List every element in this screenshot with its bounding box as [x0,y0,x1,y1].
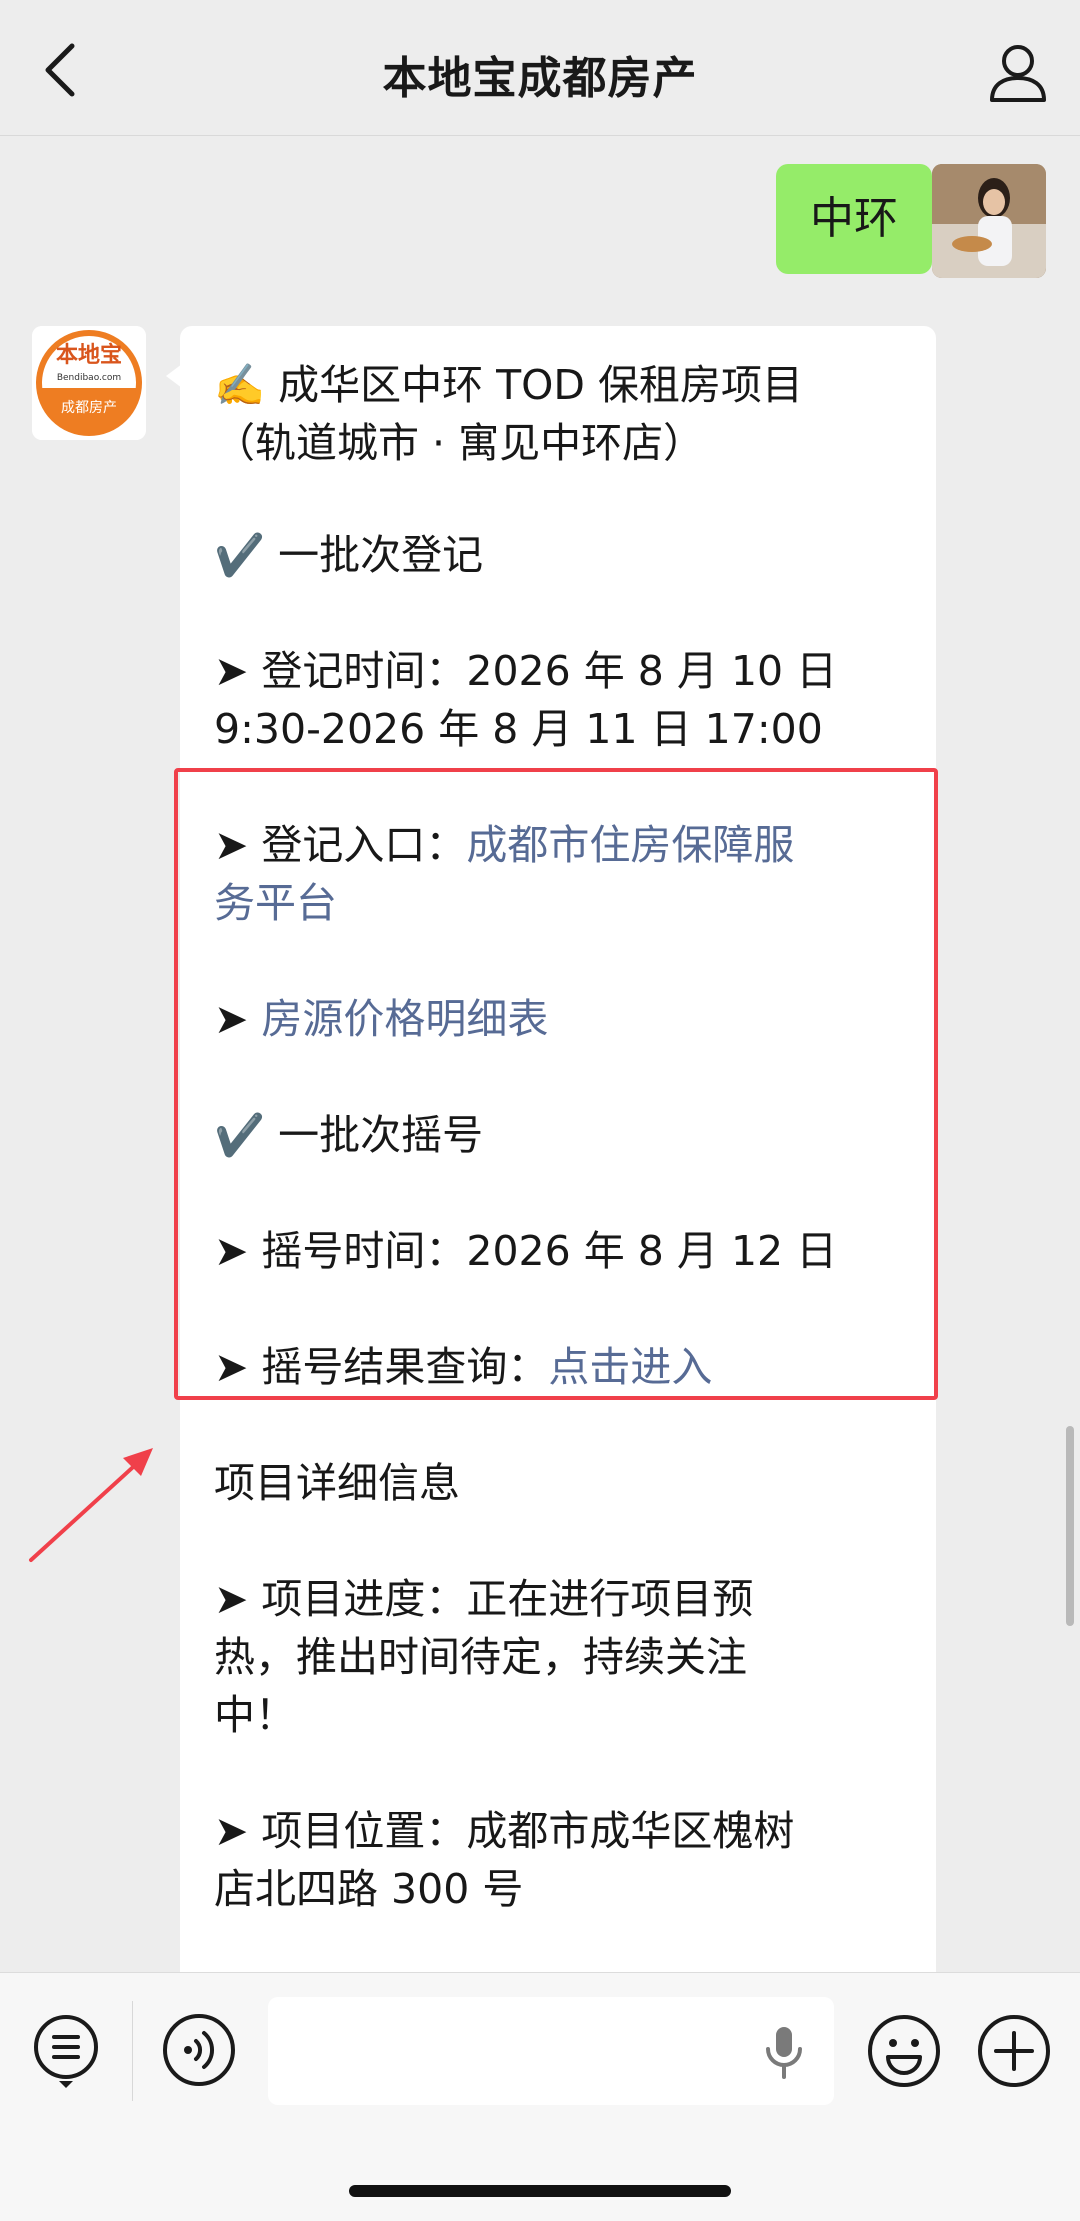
batch-register-heading: ✔️ 一批次登记 [214,531,484,579]
bottom-input-bar [0,1972,1080,2221]
home-indicator[interactable] [349,2185,731,2197]
plus-circle-icon[interactable] [976,2013,1052,2089]
location-line-2: 店北四路 300 号 [214,1865,524,1913]
progress-line-3: 中！ [214,1691,296,1739]
progress-line-2: 热，推出时间待定，持续关注 [214,1633,747,1681]
msg-subtitle-line: （轨道城市 · 寓见中环店） [214,419,705,467]
project-detail-heading: 项目详细信息 [214,1459,460,1507]
my-avatar[interactable] [932,164,1046,278]
message-input[interactable] [268,1997,834,2105]
annotation-arrow-icon [29,1448,153,1562]
chat-scrollbar[interactable] [1066,1426,1074,1626]
nav-header: 本地宝成都房产 [0,0,1080,136]
register-time-line: ➤ 登记时间：2026 年 8 月 10 日 [214,642,837,700]
bot-avatar[interactable]: 本地宝 Bendibao.com 成都房产 [32,326,146,440]
avatar-photo [932,164,1046,278]
person-icon[interactable] [986,40,1050,104]
highlight-annotation-box [174,768,938,1400]
bendibao-logo: 本地宝 Bendibao.com 成都房产 [32,326,146,440]
list-menu-icon[interactable] [32,2013,100,2089]
register-time-value: 2026 年 8 月 10 日 [466,647,838,695]
register-time-line-2: 9:30-2026 年 8 月 11 日 17:00 [214,705,823,753]
emoji-icon[interactable] [866,2013,942,2089]
page-title: 本地宝成都房产 [382,53,698,104]
logo-subtitle: 成都房产 [61,400,117,416]
progress-line-1: ➤ 项目进度：正在进行项目预 [214,1575,754,1623]
logo-title: 本地宝 [56,342,122,368]
logo-url: Bendibao.com [57,373,121,383]
bar-divider [132,2001,133,2101]
voice-icon[interactable] [162,2013,236,2087]
my-message-text: 中环 [810,193,898,244]
chat-area[interactable]: 中环 本地宝 Bendibao.com 成都房产 ✍️ 成华区中环 TOD 保租… [0,136,1080,1972]
microphone-icon[interactable] [762,2025,806,2081]
msg-title-line: ✍️ 成华区中环 TOD 保租房项目 [214,361,804,409]
location-line-1: ➤ 项目位置：成都市成华区槐树 [214,1807,795,1855]
register-time-label: ➤ 登记时间： [214,647,467,695]
my-message-bubble[interactable]: 中环 [776,164,946,274]
